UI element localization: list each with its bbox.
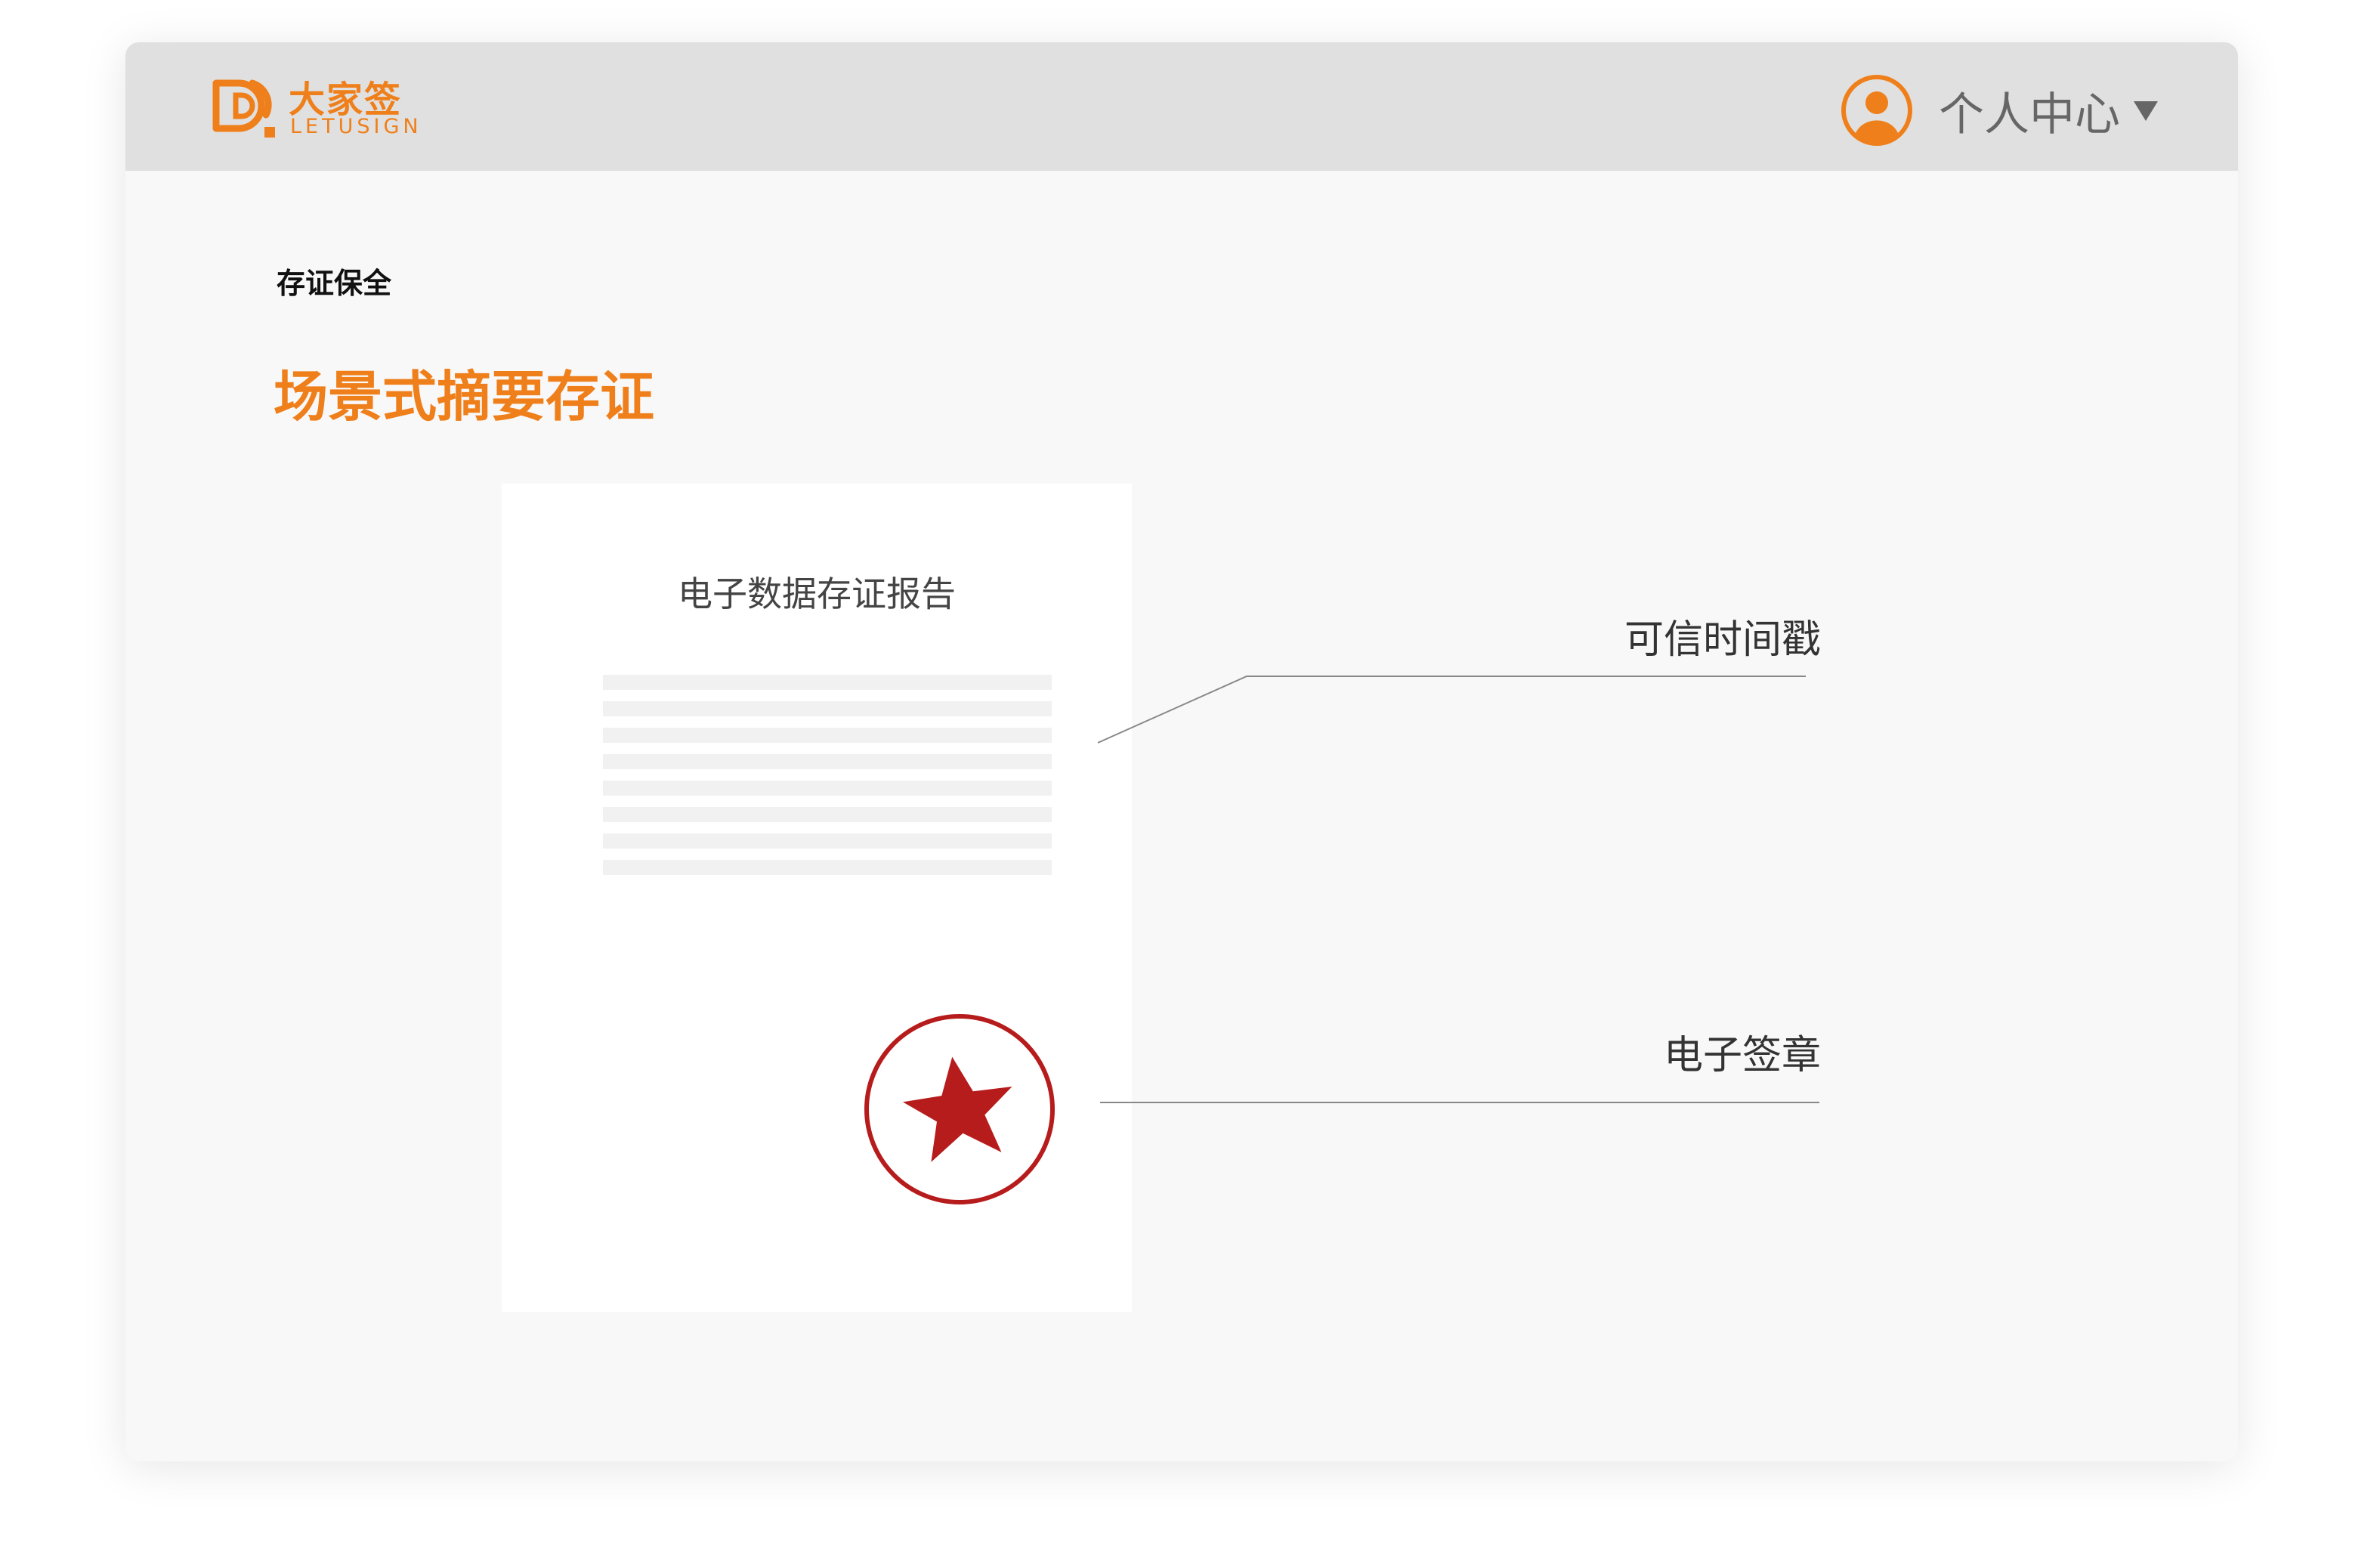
seal-callout-label: 电子签章 [1663,1033,1821,1078]
red-star-seal-icon [864,1014,1055,1204]
caret-down-icon [2134,101,2158,121]
callout-lines [1097,676,1819,1103]
placeholder-line [603,675,1052,690]
document-title: 电子数据存证报告 [678,574,956,614]
document-text-placeholder [603,675,1052,886]
section-label: 存证保全 [277,267,392,300]
user-center-label: 个人中心 [1939,88,2120,141]
placeholder-line [603,781,1052,796]
top-header: 大家签 LETUSIGN 个人中心 [125,42,2238,171]
placeholder-line [603,728,1052,743]
placeholder-line [603,754,1052,769]
placeholder-line [603,807,1052,822]
user-center-menu[interactable]: 个人中心 [1841,73,2158,148]
placeholder-line [603,860,1052,875]
evidence-report-document: 电子数据存证报告 [502,484,1132,1312]
timestamp-callout-label: 可信时间戳 [1624,617,1821,663]
letusign-logo-icon [212,79,275,138]
placeholder-line [603,701,1052,716]
brand-logo[interactable]: 大家签 LETUSIGN [209,73,435,148]
placeholder-line [603,833,1052,849]
page-title: 场景式摘要存证 [274,365,655,428]
user-avatar-icon [1841,75,1912,146]
app-window: 大家签 LETUSIGN 个人中心 存证保全 场景式摘要存证 电子数据存证报告 [125,42,2238,1461]
brand-name-en: LETUSIGN [290,115,422,138]
timestamp-leader-line [1097,676,1806,744]
